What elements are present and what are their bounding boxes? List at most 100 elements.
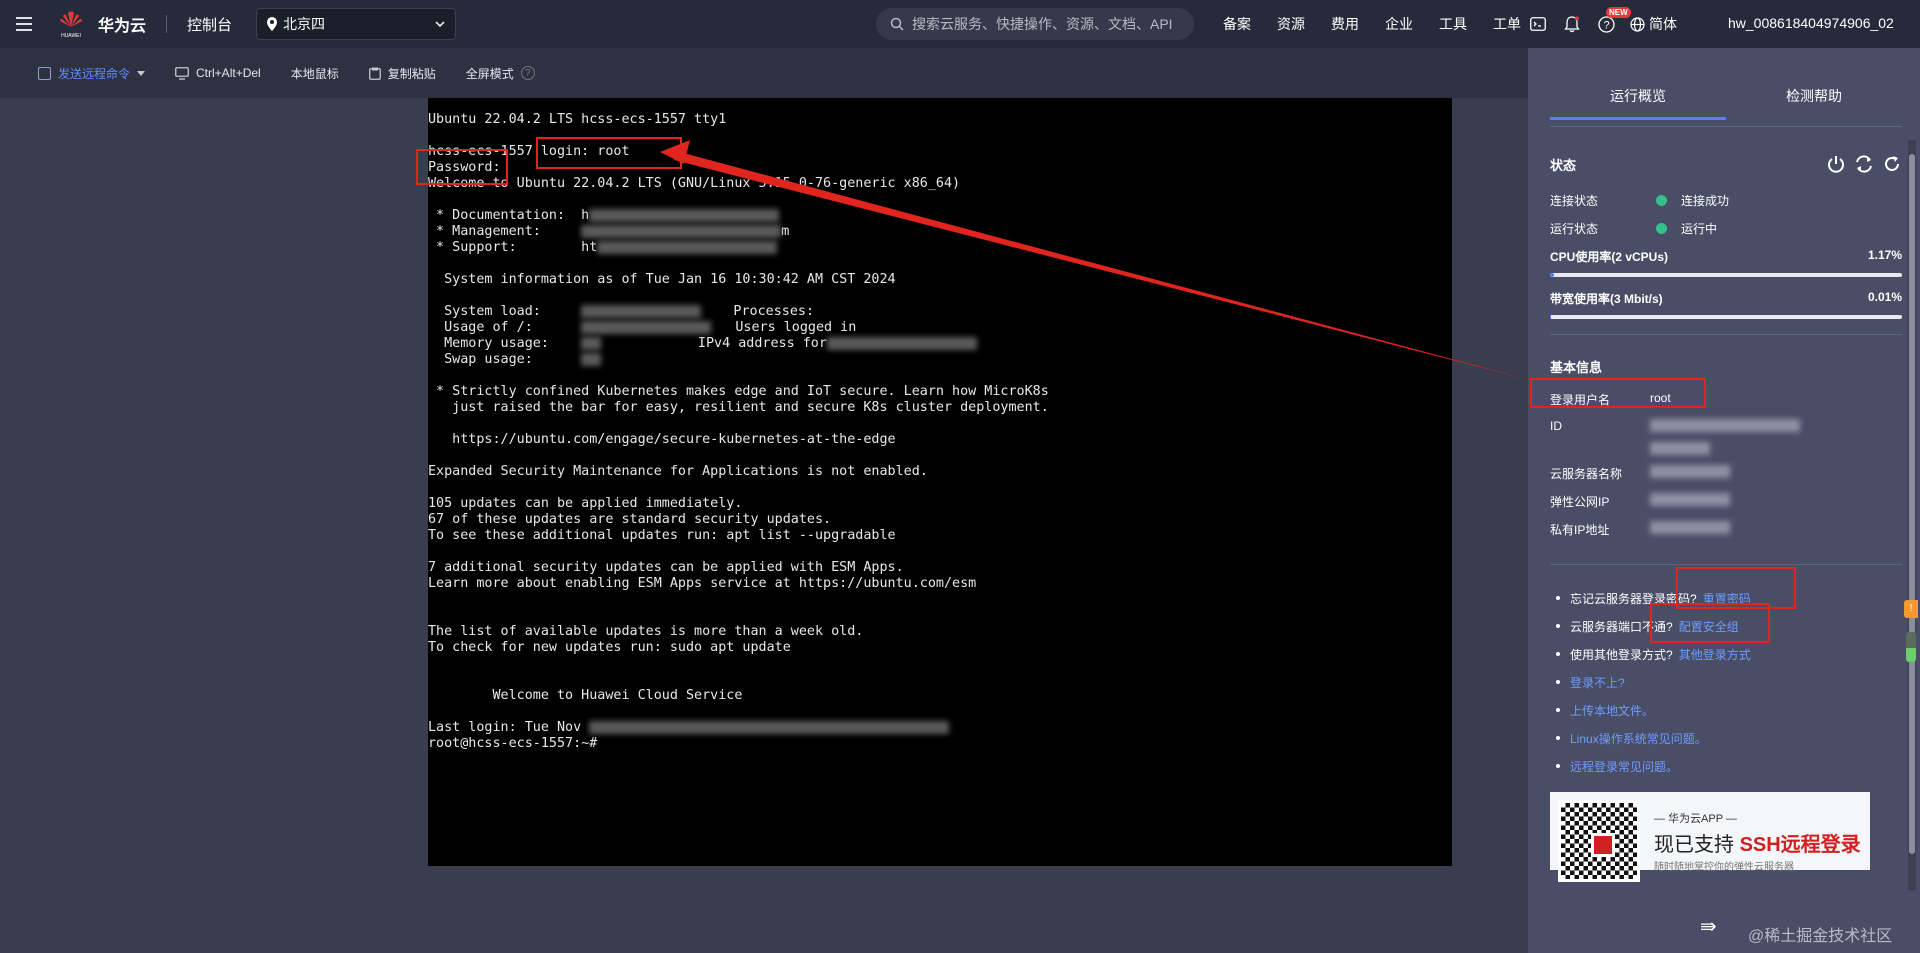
remote-login-faq-link[interactable]: 远程登录常见问题。 xyxy=(1570,758,1678,775)
redacted-text xyxy=(589,720,950,734)
panel-tabs: 运行概览 检测帮助 xyxy=(1550,72,1902,128)
run-status-icon xyxy=(1656,223,1667,234)
connection-status-icon xyxy=(1656,195,1667,206)
tab-overview[interactable]: 运行概览 xyxy=(1550,72,1726,128)
redacted-text xyxy=(581,352,602,366)
redacted-text xyxy=(581,304,702,318)
terminal-line: Ubuntu 22.04.2 LTS hcss-ecs-1557 tty1 xyxy=(428,112,727,127)
nav-icons: ? NEW 简体 xyxy=(1528,0,1677,48)
search-placeholder: 搜索云服务、快捷操作、资源、文档、API xyxy=(912,16,1173,32)
side-notice-tab[interactable]: ! xyxy=(1904,600,1918,618)
instance-id-redacted xyxy=(1650,419,1800,432)
globe-icon xyxy=(1630,16,1645,32)
send-command-button[interactable]: 发送远程命令 xyxy=(38,65,146,82)
bandwidth-usage-label: 带宽使用率(3 Mbit/s) xyxy=(1550,292,1663,306)
search-input[interactable]: 搜索云服务、快捷操作、资源、文档、API xyxy=(876,8,1194,40)
power-icon[interactable] xyxy=(1826,154,1846,174)
command-icon xyxy=(38,66,51,80)
bell-icon[interactable] xyxy=(1562,14,1582,34)
remote-toolbar: 发送远程命令 Ctrl+Alt+Del 本地鼠标 复制粘贴 全屏模式 ? xyxy=(0,48,1528,98)
panel-scrollbar[interactable] xyxy=(1908,140,1916,890)
cpu-usage: CPU使用率(2 vCPUs) 1.17% xyxy=(1550,248,1902,277)
tab-diagnose-help[interactable]: 检测帮助 xyxy=(1726,72,1902,128)
brand-name: 华为云 xyxy=(98,18,147,35)
qr-code xyxy=(1558,800,1640,882)
eip-row: 弹性公网IP xyxy=(1550,493,1730,510)
side-meter xyxy=(1906,632,1916,662)
region-select[interactable]: 北京四 xyxy=(256,8,457,40)
terminal-line: * Documentation: h xyxy=(428,208,1452,224)
cpu-usage-bar xyxy=(1550,273,1902,277)
nav-tickets[interactable]: 工单 xyxy=(1480,14,1534,34)
terminal-line: To see these additional updates run: apt… xyxy=(428,528,896,543)
linux-faq-link[interactable]: Linux操作系统常见问题。 xyxy=(1570,730,1707,747)
redacted-text xyxy=(589,208,780,222)
basic-info-title: 基本信息 xyxy=(1550,360,1603,375)
instance-id-redacted-line2 xyxy=(1650,442,1710,455)
question-icon[interactable]: ? xyxy=(520,66,535,80)
nav-beian[interactable]: 备案 xyxy=(1210,14,1264,34)
annotation-box-password xyxy=(416,149,508,185)
private-ip-redacted xyxy=(1650,521,1730,534)
terminal-line: Memory usage: IPv4 address for xyxy=(428,336,1452,352)
section-divider xyxy=(1550,334,1902,335)
huawei-logo[interactable]: HUAWEI 华为云 xyxy=(56,9,146,39)
bandwidth-usage-bar xyxy=(1550,315,1902,319)
local-mouse-button[interactable]: 本地鼠标 xyxy=(291,65,339,82)
run-status-value: 运行中 xyxy=(1681,222,1718,236)
svg-text:?: ? xyxy=(1603,19,1609,31)
nav-divider xyxy=(166,15,168,33)
terminal-line: Usage of /: Users logged in xyxy=(428,320,857,335)
server-name-row: 云服务器名称 xyxy=(1550,465,1730,482)
caret-down-icon xyxy=(137,70,146,76)
help-item-linux-faq: Linux操作系统常见问题。 xyxy=(1550,724,1902,752)
private-ip-row: 私有IP地址 xyxy=(1550,521,1730,538)
language-switch[interactable]: 简体 xyxy=(1630,14,1677,34)
help-item-upload-file: 上传本地文件。 xyxy=(1550,696,1902,724)
connection-status-row: 连接状态 连接成功 xyxy=(1550,192,1729,209)
fullscreen-button[interactable]: 全屏模式 ? xyxy=(466,65,535,82)
menu-icon[interactable] xyxy=(0,0,48,48)
restart-icon[interactable] xyxy=(1854,154,1874,174)
app-promo-banner[interactable]: — 华为云APP — 现已支持 SSH远程登录 随时随地掌控你的弹性云服务器 xyxy=(1550,792,1870,882)
nav-resources[interactable]: 资源 xyxy=(1264,14,1318,34)
terminal-line: Welcome to Huawei Cloud Service xyxy=(428,688,743,703)
terminal-line: https://ubuntu.com/engage/secure-kuberne… xyxy=(428,432,896,447)
other-login-link[interactable]: 其他登录方式 xyxy=(1679,646,1751,663)
redacted-text xyxy=(581,336,602,350)
user-account[interactable]: hw_008618404974906_02 xyxy=(1728,15,1894,31)
nav-billing[interactable]: 费用 xyxy=(1318,14,1372,34)
terminal-line: * Support: ht xyxy=(428,240,1452,256)
terminal-screen[interactable]: Ubuntu 22.04.2 LTS hcss-ecs-1557 tty1 hcs… xyxy=(428,98,1452,866)
new-badge: NEW xyxy=(1606,7,1631,18)
help-item-other-login: 使用其他登录方式? 其他登录方式 xyxy=(1550,640,1902,668)
refresh-icon[interactable] xyxy=(1882,154,1902,174)
terminal-icon[interactable] xyxy=(1528,14,1548,34)
server-name-redacted xyxy=(1650,465,1730,478)
cannot-login-link[interactable]: 登录不上? xyxy=(1570,674,1625,691)
redacted-text xyxy=(581,224,782,238)
region-value: 北京四 xyxy=(283,16,326,32)
terminal-line: Expanded Security Maintenance for Applic… xyxy=(428,464,928,479)
instance-id-label: ID xyxy=(1550,419,1562,433)
nav-enterprise[interactable]: 企业 xyxy=(1372,14,1426,34)
send-command-label: 发送远程命令 xyxy=(58,66,131,81)
nav-tools[interactable]: 工具 xyxy=(1426,14,1480,34)
terminal-line: just raised the bar for easy, resilient … xyxy=(428,400,1049,415)
upload-file-link[interactable]: 上传本地文件。 xyxy=(1570,702,1654,719)
copy-paste-button[interactable]: 复制粘贴 xyxy=(368,65,436,82)
help-icon[interactable]: ? NEW xyxy=(1596,7,1631,34)
bandwidth-usage-value: 0.01% xyxy=(1867,290,1902,304)
logo-wordmark: HUAWEI xyxy=(61,33,81,39)
collapse-panel-icon[interactable]: ⇛ xyxy=(1700,914,1717,939)
banner-subtitle: — 华为云APP — xyxy=(1654,813,1737,825)
redacted-text xyxy=(597,240,778,254)
overview-content: 状态 连接状态 连接成功 运行状态 运行中 CPU使用率(2 vCPUs) 1.… xyxy=(1550,140,1902,890)
ctrl-alt-del-button[interactable]: Ctrl+Alt+Del xyxy=(175,66,261,80)
banner-headline: 现已支持 SSH远程登录 xyxy=(1654,834,1861,856)
console-link[interactable]: 控制台 xyxy=(187,14,232,35)
